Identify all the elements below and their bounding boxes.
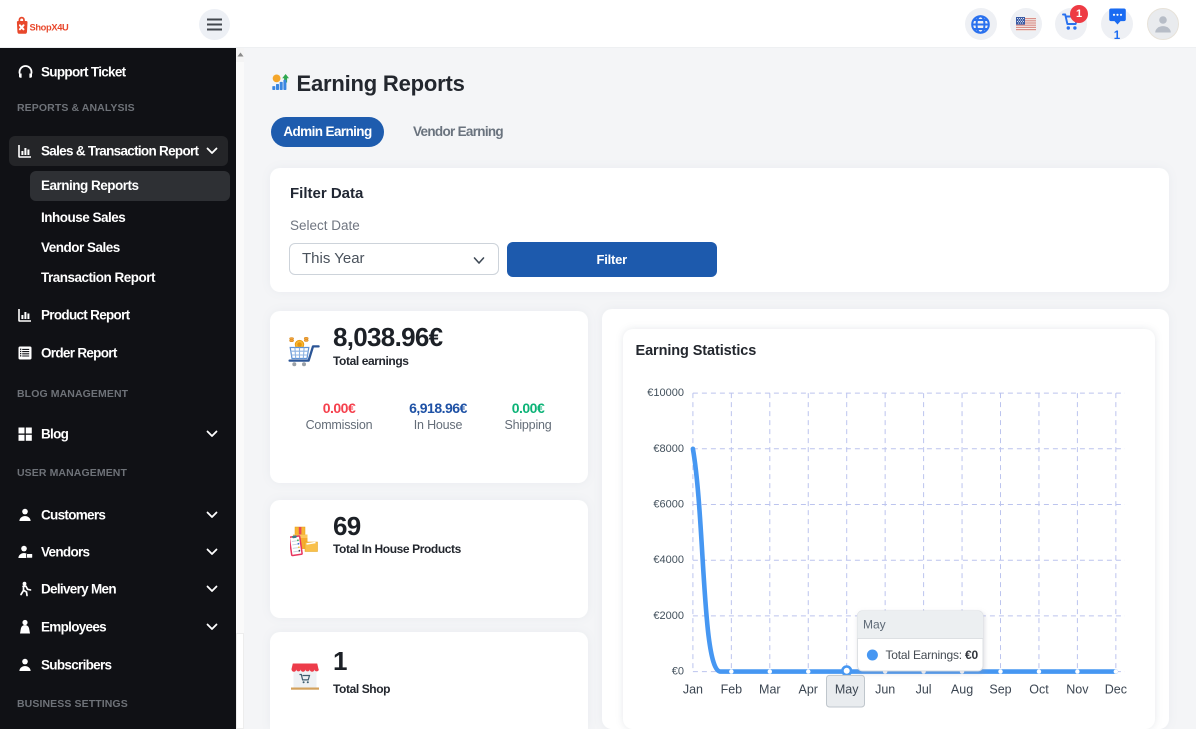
svg-text:€4000: €4000 [653,554,684,566]
svg-text:May: May [835,683,859,697]
svg-text:€2000: €2000 [653,610,684,622]
svg-text:Nov: Nov [1066,683,1089,697]
svg-text:€8000: €8000 [653,443,684,455]
svg-text:Total Earnings: €0: Total Earnings: €0 [886,648,979,662]
svg-text:Sep: Sep [989,683,1011,697]
svg-text:€10000: €10000 [647,387,684,399]
svg-text:ShopX4U: ShopX4U [30,23,70,33]
svg-text:Oct: Oct [1029,683,1049,697]
svg-text:€6000: €6000 [653,499,684,511]
svg-text:Mar: Mar [759,683,781,697]
svg-text:May: May [863,618,886,632]
svg-text:Dec: Dec [1105,683,1127,697]
svg-text:Apr: Apr [799,683,818,697]
svg-text:€0: €0 [672,666,684,678]
svg-text:Jun: Jun [875,683,895,697]
svg-text:Feb: Feb [721,683,743,697]
svg-text:Jul: Jul [916,683,932,697]
svg-text:Aug: Aug [951,683,973,697]
svg-text:Jan: Jan [683,683,703,697]
